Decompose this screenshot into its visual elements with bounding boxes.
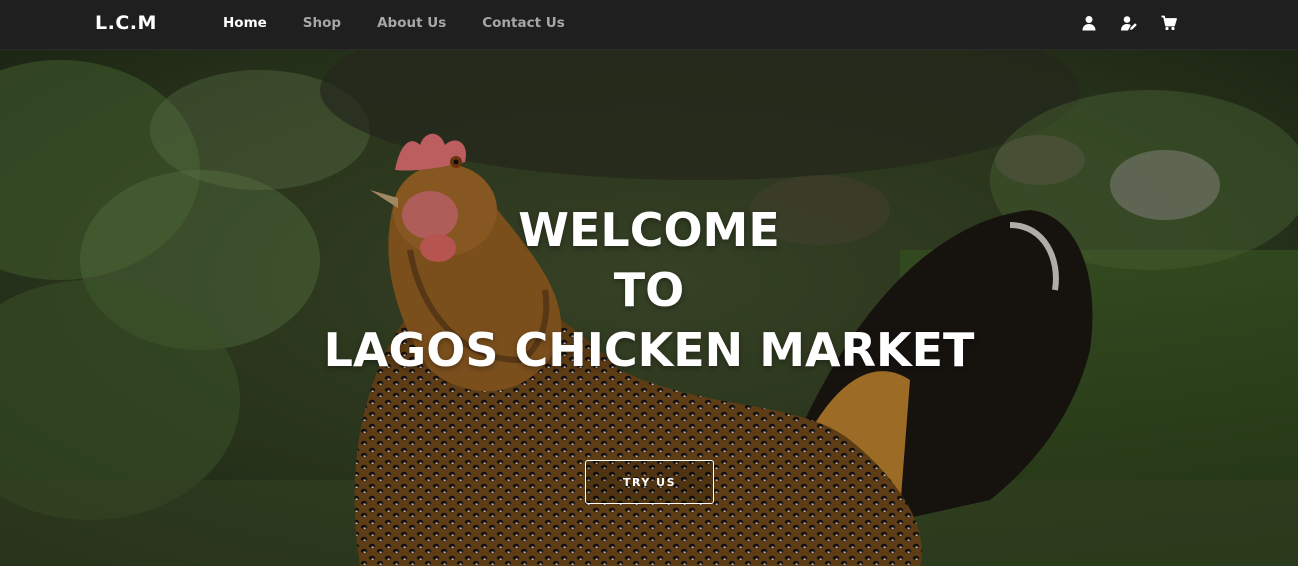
nav-link-home[interactable]: Home [223,15,267,31]
navbar: L.C.M Home Shop About Us Contact Us [0,0,1298,50]
try-us-button[interactable]: TRY US [585,460,714,504]
cart-icon[interactable] [1160,14,1178,32]
hero-title: WELCOME TO LAGOS CHICKEN MARKET [0,200,1298,380]
hero-title-line-3: LAGOS CHICKEN MARKET [323,323,975,377]
nav-link-shop[interactable]: Shop [303,15,341,31]
nav-icons [1080,14,1200,32]
nav-link-about[interactable]: About Us [377,15,446,31]
hero-section: WELCOME TO LAGOS CHICKEN MARKET TRY US [0,50,1298,566]
hero-title-line-1: WELCOME [518,203,780,257]
nav-links: Home Shop About Us Contact Us [223,15,601,31]
hero-title-line-2: TO [613,263,685,317]
user-icon[interactable] [1080,14,1098,32]
nav-link-contact[interactable]: Contact Us [482,15,565,31]
brand-logo[interactable]: L.C.M [95,12,157,34]
user-edit-icon[interactable] [1120,14,1138,32]
